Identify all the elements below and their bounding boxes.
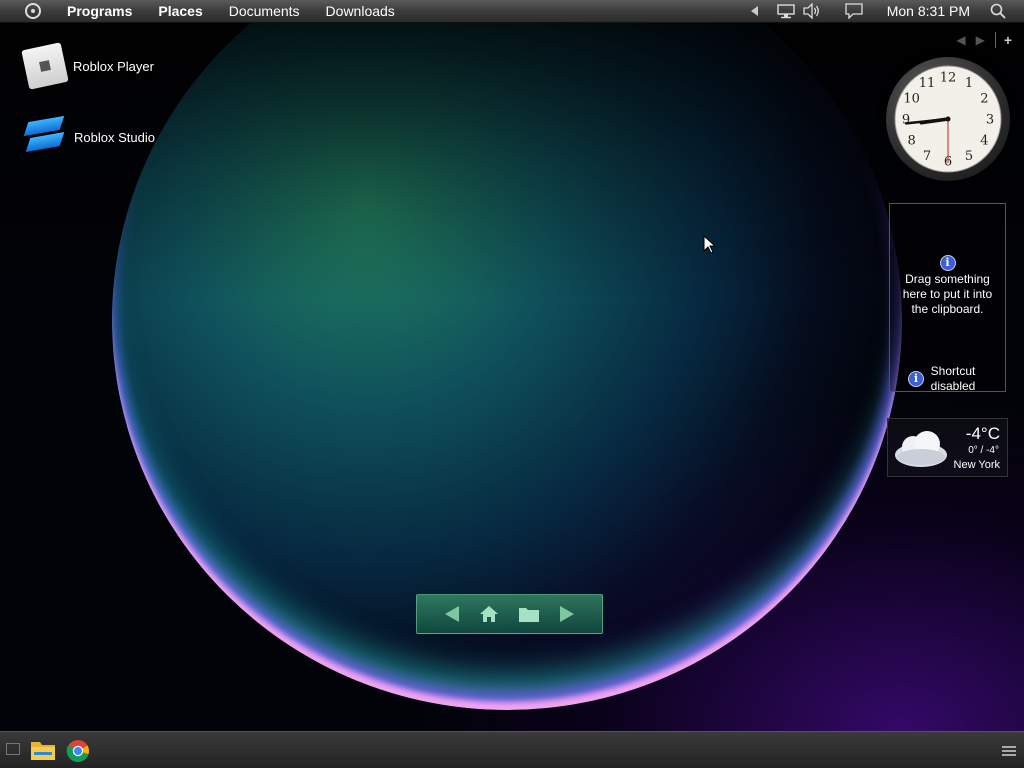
top-menu-bar: Programs Places Documents Downloads Mon … xyxy=(0,0,1024,23)
tray-expand-icon[interactable] xyxy=(750,6,759,16)
clock-numeral: 12 xyxy=(940,71,957,86)
clipboard-message: Drag something here to put it into the c… xyxy=(902,272,993,316)
search-icon[interactable] xyxy=(990,3,1006,19)
desktop-icon-label: Roblox Studio xyxy=(74,129,155,145)
info-icon: i xyxy=(908,371,924,387)
clock-numeral: 9 xyxy=(902,113,910,128)
next-arrow-icon[interactable]: ▶ xyxy=(976,33,985,47)
clock-numeral: 2 xyxy=(980,92,988,107)
mouse-cursor-icon xyxy=(703,235,717,254)
volume-icon[interactable] xyxy=(803,3,821,19)
action-center-icon[interactable] xyxy=(845,3,863,19)
menu-documents[interactable]: Documents xyxy=(229,3,300,19)
clock-numeral: 1 xyxy=(965,76,973,91)
roblox-studio-icon xyxy=(22,115,66,159)
weather-city: New York xyxy=(953,459,1000,471)
network-icon[interactable] xyxy=(777,3,795,19)
clock-numeral: 11 xyxy=(919,76,936,91)
roblox-player-icon xyxy=(21,42,69,90)
menu-programs[interactable]: Programs xyxy=(67,3,132,19)
desktop-icon-roblox-studio[interactable]: Roblox Studio xyxy=(22,115,155,159)
add-widget-icon[interactable]: + xyxy=(994,32,1012,48)
folder-icon[interactable] xyxy=(518,605,540,623)
clock-numeral: 4 xyxy=(980,134,988,149)
file-explorer-icon[interactable] xyxy=(30,739,56,766)
weather-temperature: -4°C xyxy=(965,424,1000,443)
menubar-clock[interactable]: Mon 8:31 PM xyxy=(887,3,970,19)
explorer-dock xyxy=(416,594,603,634)
cloudy-icon xyxy=(895,431,947,467)
show-desktop-icon[interactable] xyxy=(6,743,20,755)
widget-sidebar-controls: ◀ ▶ + xyxy=(946,32,1012,48)
chrome-icon[interactable] xyxy=(66,739,90,768)
back-icon[interactable] xyxy=(444,605,460,623)
previous-arrow-icon[interactable]: ◀ xyxy=(956,33,965,47)
clock-face: 1234567891011 12 xyxy=(894,65,1002,173)
desktop-icon-label: Roblox Player xyxy=(73,58,154,74)
menu-downloads[interactable]: Downloads xyxy=(326,3,395,19)
menu-places[interactable]: Places xyxy=(158,3,202,19)
forward-icon[interactable] xyxy=(559,605,575,623)
system-tray: Mon 8:31 PM xyxy=(750,0,1024,22)
info-icon: i xyxy=(939,255,956,271)
clock-numeral: 5 xyxy=(965,149,973,164)
clock-numeral: 3 xyxy=(986,113,994,128)
home-icon[interactable] xyxy=(479,605,499,623)
start-orb-icon[interactable] xyxy=(25,3,41,19)
desktop-icon-roblox-player[interactable]: Roblox Player xyxy=(21,42,154,90)
menu-icon[interactable] xyxy=(1002,744,1016,762)
taskbar xyxy=(0,731,1024,768)
clock-widget[interactable]: 1 2 3 4 5 6 7 8 9 10 11 12 xyxy=(886,57,1010,181)
shortcut-status: Shortcut disabled xyxy=(930,364,976,393)
clock-numeral: 7 xyxy=(923,149,931,164)
clock-numeral: 8 xyxy=(907,134,915,149)
clock-numeral: 10 xyxy=(903,92,920,107)
clipboard-widget[interactable]: i Drag something here to put it into the… xyxy=(889,203,1006,393)
weather-range: 0° / -4° xyxy=(968,445,999,456)
weather-widget[interactable]: -4°C 0° / -4° New York xyxy=(887,418,1008,477)
